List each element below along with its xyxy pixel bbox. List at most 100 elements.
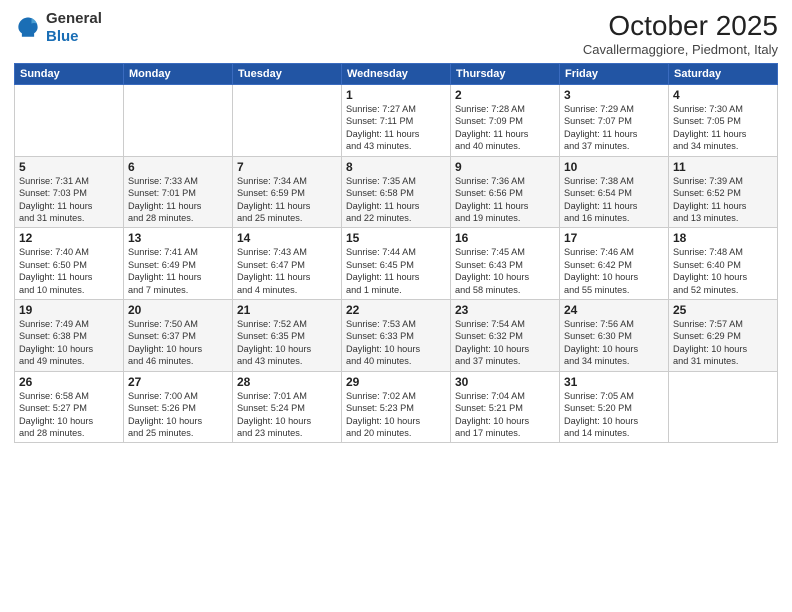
table-row: 28Sunrise: 7:01 AM Sunset: 5:24 PM Dayli… bbox=[233, 371, 342, 443]
day-info: Sunrise: 7:02 AM Sunset: 5:23 PM Dayligh… bbox=[346, 390, 446, 440]
day-number: 20 bbox=[128, 303, 228, 317]
table-row: 4Sunrise: 7:30 AM Sunset: 7:05 PM Daylig… bbox=[669, 85, 778, 157]
day-number: 31 bbox=[564, 375, 664, 389]
table-row: 6Sunrise: 7:33 AM Sunset: 7:01 PM Daylig… bbox=[124, 156, 233, 228]
day-number: 3 bbox=[564, 88, 664, 102]
day-number: 12 bbox=[19, 231, 119, 245]
day-number: 6 bbox=[128, 160, 228, 174]
table-row bbox=[669, 371, 778, 443]
day-info: Sunrise: 7:39 AM Sunset: 6:52 PM Dayligh… bbox=[673, 175, 773, 225]
day-info: Sunrise: 7:40 AM Sunset: 6:50 PM Dayligh… bbox=[19, 246, 119, 296]
logo: General Blue bbox=[14, 10, 102, 46]
calendar-week-row: 19Sunrise: 7:49 AM Sunset: 6:38 PM Dayli… bbox=[15, 300, 778, 372]
table-row: 14Sunrise: 7:43 AM Sunset: 6:47 PM Dayli… bbox=[233, 228, 342, 300]
table-row: 7Sunrise: 7:34 AM Sunset: 6:59 PM Daylig… bbox=[233, 156, 342, 228]
table-row: 31Sunrise: 7:05 AM Sunset: 5:20 PM Dayli… bbox=[560, 371, 669, 443]
day-number: 21 bbox=[237, 303, 337, 317]
day-info: Sunrise: 7:53 AM Sunset: 6:33 PM Dayligh… bbox=[346, 318, 446, 368]
day-number: 22 bbox=[346, 303, 446, 317]
day-info: Sunrise: 7:28 AM Sunset: 7:09 PM Dayligh… bbox=[455, 103, 555, 153]
table-row: 9Sunrise: 7:36 AM Sunset: 6:56 PM Daylig… bbox=[451, 156, 560, 228]
day-info: Sunrise: 7:34 AM Sunset: 6:59 PM Dayligh… bbox=[237, 175, 337, 225]
table-row: 25Sunrise: 7:57 AM Sunset: 6:29 PM Dayli… bbox=[669, 300, 778, 372]
day-number: 18 bbox=[673, 231, 773, 245]
day-info: Sunrise: 7:31 AM Sunset: 7:03 PM Dayligh… bbox=[19, 175, 119, 225]
table-row: 21Sunrise: 7:52 AM Sunset: 6:35 PM Dayli… bbox=[233, 300, 342, 372]
day-info: Sunrise: 7:30 AM Sunset: 7:05 PM Dayligh… bbox=[673, 103, 773, 153]
title-block: October 2025 Cavallermaggiore, Piedmont,… bbox=[583, 10, 778, 57]
day-info: Sunrise: 7:41 AM Sunset: 6:49 PM Dayligh… bbox=[128, 246, 228, 296]
col-wednesday: Wednesday bbox=[342, 64, 451, 85]
col-saturday: Saturday bbox=[669, 64, 778, 85]
table-row: 29Sunrise: 7:02 AM Sunset: 5:23 PM Dayli… bbox=[342, 371, 451, 443]
col-friday: Friday bbox=[560, 64, 669, 85]
table-row: 22Sunrise: 7:53 AM Sunset: 6:33 PM Dayli… bbox=[342, 300, 451, 372]
table-row: 18Sunrise: 7:48 AM Sunset: 6:40 PM Dayli… bbox=[669, 228, 778, 300]
day-number: 16 bbox=[455, 231, 555, 245]
table-row: 19Sunrise: 7:49 AM Sunset: 6:38 PM Dayli… bbox=[15, 300, 124, 372]
day-number: 27 bbox=[128, 375, 228, 389]
table-row: 2Sunrise: 7:28 AM Sunset: 7:09 PM Daylig… bbox=[451, 85, 560, 157]
col-sunday: Sunday bbox=[15, 64, 124, 85]
day-number: 11 bbox=[673, 160, 773, 174]
table-row: 3Sunrise: 7:29 AM Sunset: 7:07 PM Daylig… bbox=[560, 85, 669, 157]
table-row bbox=[124, 85, 233, 157]
table-row: 15Sunrise: 7:44 AM Sunset: 6:45 PM Dayli… bbox=[342, 228, 451, 300]
day-number: 10 bbox=[564, 160, 664, 174]
day-info: Sunrise: 7:48 AM Sunset: 6:40 PM Dayligh… bbox=[673, 246, 773, 296]
table-row: 20Sunrise: 7:50 AM Sunset: 6:37 PM Dayli… bbox=[124, 300, 233, 372]
table-row: 30Sunrise: 7:04 AM Sunset: 5:21 PM Dayli… bbox=[451, 371, 560, 443]
logo-icon bbox=[14, 14, 42, 42]
day-number: 30 bbox=[455, 375, 555, 389]
day-info: Sunrise: 7:56 AM Sunset: 6:30 PM Dayligh… bbox=[564, 318, 664, 368]
day-number: 19 bbox=[19, 303, 119, 317]
day-info: Sunrise: 7:04 AM Sunset: 5:21 PM Dayligh… bbox=[455, 390, 555, 440]
table-row: 12Sunrise: 7:40 AM Sunset: 6:50 PM Dayli… bbox=[15, 228, 124, 300]
day-number: 5 bbox=[19, 160, 119, 174]
day-number: 13 bbox=[128, 231, 228, 245]
table-row: 17Sunrise: 7:46 AM Sunset: 6:42 PM Dayli… bbox=[560, 228, 669, 300]
day-number: 24 bbox=[564, 303, 664, 317]
day-number: 7 bbox=[237, 160, 337, 174]
day-info: Sunrise: 6:58 AM Sunset: 5:27 PM Dayligh… bbox=[19, 390, 119, 440]
calendar-week-row: 26Sunrise: 6:58 AM Sunset: 5:27 PM Dayli… bbox=[15, 371, 778, 443]
table-row bbox=[15, 85, 124, 157]
calendar-week-row: 5Sunrise: 7:31 AM Sunset: 7:03 PM Daylig… bbox=[15, 156, 778, 228]
table-row: 8Sunrise: 7:35 AM Sunset: 6:58 PM Daylig… bbox=[342, 156, 451, 228]
header: General Blue October 2025 Cavallermaggio… bbox=[14, 10, 778, 57]
calendar-header-row: Sunday Monday Tuesday Wednesday Thursday… bbox=[15, 64, 778, 85]
table-row: 5Sunrise: 7:31 AM Sunset: 7:03 PM Daylig… bbox=[15, 156, 124, 228]
col-thursday: Thursday bbox=[451, 64, 560, 85]
table-row bbox=[233, 85, 342, 157]
table-row: 24Sunrise: 7:56 AM Sunset: 6:30 PM Dayli… bbox=[560, 300, 669, 372]
day-number: 25 bbox=[673, 303, 773, 317]
day-number: 29 bbox=[346, 375, 446, 389]
page: General Blue October 2025 Cavallermaggio… bbox=[0, 0, 792, 612]
day-info: Sunrise: 7:46 AM Sunset: 6:42 PM Dayligh… bbox=[564, 246, 664, 296]
table-row: 16Sunrise: 7:45 AM Sunset: 6:43 PM Dayli… bbox=[451, 228, 560, 300]
table-row: 13Sunrise: 7:41 AM Sunset: 6:49 PM Dayli… bbox=[124, 228, 233, 300]
logo-text: General Blue bbox=[46, 10, 102, 46]
day-number: 28 bbox=[237, 375, 337, 389]
day-number: 4 bbox=[673, 88, 773, 102]
day-number: 1 bbox=[346, 88, 446, 102]
table-row: 11Sunrise: 7:39 AM Sunset: 6:52 PM Dayli… bbox=[669, 156, 778, 228]
table-row: 26Sunrise: 6:58 AM Sunset: 5:27 PM Dayli… bbox=[15, 371, 124, 443]
day-info: Sunrise: 7:05 AM Sunset: 5:20 PM Dayligh… bbox=[564, 390, 664, 440]
day-info: Sunrise: 7:54 AM Sunset: 6:32 PM Dayligh… bbox=[455, 318, 555, 368]
day-info: Sunrise: 7:43 AM Sunset: 6:47 PM Dayligh… bbox=[237, 246, 337, 296]
day-number: 8 bbox=[346, 160, 446, 174]
calendar-week-row: 1Sunrise: 7:27 AM Sunset: 7:11 PM Daylig… bbox=[15, 85, 778, 157]
day-info: Sunrise: 7:36 AM Sunset: 6:56 PM Dayligh… bbox=[455, 175, 555, 225]
col-tuesday: Tuesday bbox=[233, 64, 342, 85]
calendar-table: Sunday Monday Tuesday Wednesday Thursday… bbox=[14, 63, 778, 443]
day-info: Sunrise: 7:57 AM Sunset: 6:29 PM Dayligh… bbox=[673, 318, 773, 368]
calendar-week-row: 12Sunrise: 7:40 AM Sunset: 6:50 PM Dayli… bbox=[15, 228, 778, 300]
table-row: 1Sunrise: 7:27 AM Sunset: 7:11 PM Daylig… bbox=[342, 85, 451, 157]
day-info: Sunrise: 7:38 AM Sunset: 6:54 PM Dayligh… bbox=[564, 175, 664, 225]
table-row: 27Sunrise: 7:00 AM Sunset: 5:26 PM Dayli… bbox=[124, 371, 233, 443]
subtitle: Cavallermaggiore, Piedmont, Italy bbox=[583, 42, 778, 57]
day-number: 15 bbox=[346, 231, 446, 245]
col-monday: Monday bbox=[124, 64, 233, 85]
day-info: Sunrise: 7:35 AM Sunset: 6:58 PM Dayligh… bbox=[346, 175, 446, 225]
